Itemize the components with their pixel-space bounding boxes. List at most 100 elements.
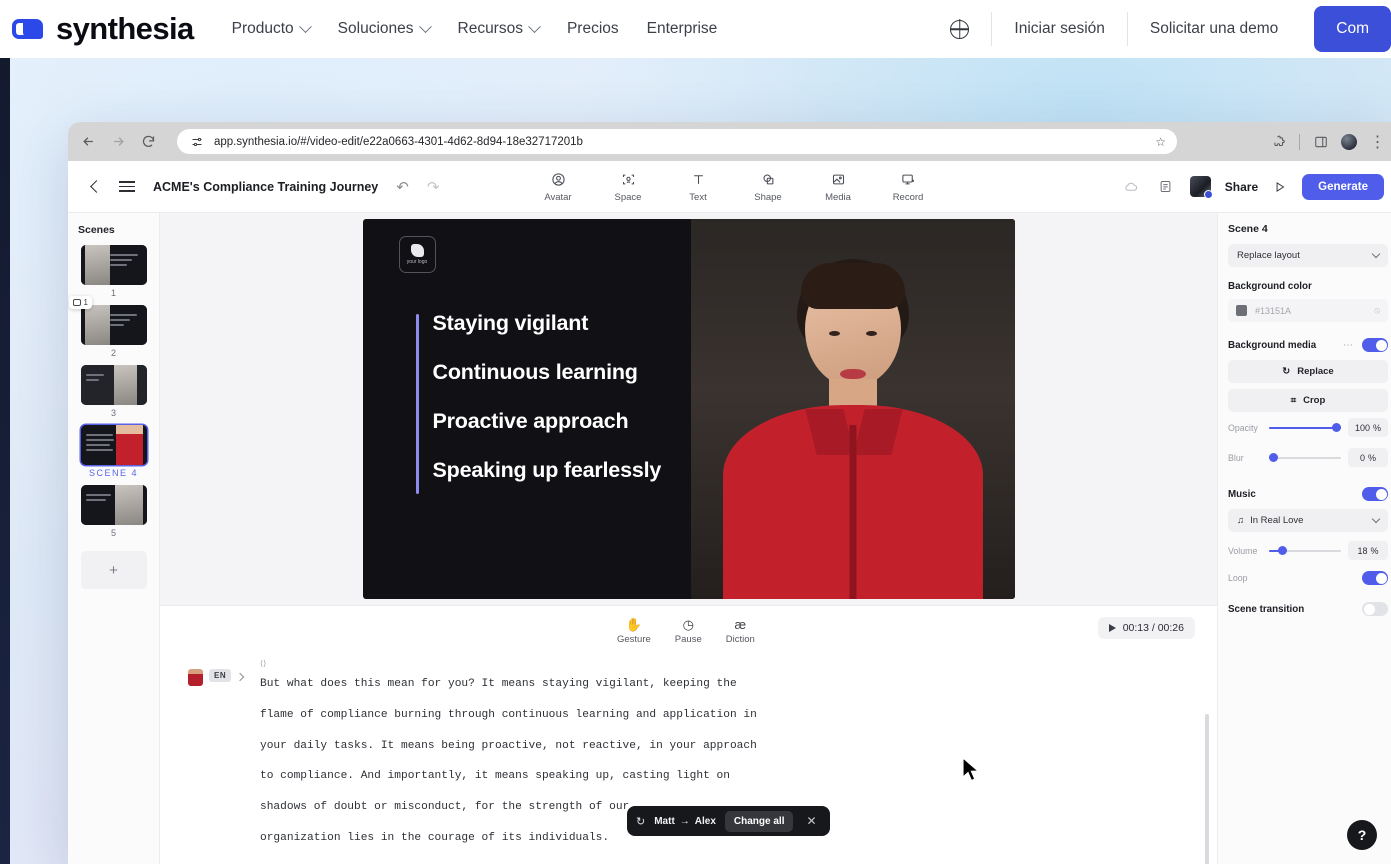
scene-number: 3 xyxy=(110,408,116,418)
editor-body: Scenes 1 1 2 3 SCENE 4 5 + your logo Sta… xyxy=(68,213,1391,864)
accent-bar xyxy=(415,314,419,494)
opacity-slider[interactable] xyxy=(1269,423,1341,432)
scene-thumbnail[interactable] xyxy=(80,305,147,345)
diction-button[interactable]: æ Diction xyxy=(726,617,755,645)
tune-icon[interactable] xyxy=(188,133,205,150)
volume-slider[interactable] xyxy=(1269,546,1341,555)
scenes-panel: Scenes 1 1 2 3 SCENE 4 5 + xyxy=(68,213,160,864)
pause-label: Pause xyxy=(674,634,702,645)
background-media-toggle[interactable] xyxy=(1362,338,1388,352)
tool-record[interactable]: Record xyxy=(886,171,930,203)
redo-icon[interactable]: ↷ xyxy=(427,178,440,196)
tool-avatar[interactable]: Avatar xyxy=(536,171,580,203)
puzzle-icon[interactable] xyxy=(1270,133,1287,150)
speaker-controls[interactable]: EN xyxy=(188,659,260,854)
gesture-button[interactable]: ✋ Gesture xyxy=(617,617,651,646)
pause-button[interactable]: ◷ Pause xyxy=(674,617,702,646)
more-dots-icon[interactable]: ⋯ xyxy=(1343,340,1354,351)
synthesia-logo[interactable]: synthesia xyxy=(12,11,194,47)
blur-label: Blur xyxy=(1228,452,1244,463)
scene-title: Scene 4 xyxy=(1228,223,1268,235)
opacity-value-box[interactable]: 100 % xyxy=(1348,418,1388,437)
crop-button[interactable]: ⌗ Crop xyxy=(1228,389,1388,412)
profile-avatar-icon[interactable] xyxy=(1341,133,1357,150)
cloud-sync-icon[interactable] xyxy=(1122,177,1142,197)
background-color-row[interactable]: #13151A ⦸ xyxy=(1228,299,1388,322)
nav-item-soluciones[interactable]: Soluciones xyxy=(338,19,432,38)
close-icon[interactable]: ✕ xyxy=(802,814,820,828)
nav-item-precios[interactable]: Precios xyxy=(567,20,619,38)
bullet-line-4: Speaking up fearlessly xyxy=(432,458,662,482)
chevron-right-icon[interactable] xyxy=(235,672,245,682)
help-button[interactable]: ? xyxy=(1347,820,1377,850)
replace-media-button[interactable]: ↻ Replace xyxy=(1228,360,1388,383)
tool-shape[interactable]: Shape xyxy=(746,171,790,203)
color-swatch[interactable] xyxy=(1236,305,1247,316)
tool-media[interactable]: Media xyxy=(816,171,860,203)
hamburger-icon[interactable] xyxy=(119,178,135,195)
globe-icon[interactable] xyxy=(950,19,970,39)
change-all-button[interactable]: Change all xyxy=(724,810,794,832)
volume-value-box[interactable]: 18 % xyxy=(1348,541,1388,560)
replace-layout-select[interactable]: Replace layout xyxy=(1228,244,1388,267)
language-badge[interactable]: EN xyxy=(209,669,232,682)
properties-panel: Scene 4 Replace layout Background color … xyxy=(1217,213,1391,864)
music-toggle[interactable] xyxy=(1362,487,1388,501)
script-scrollbar[interactable] xyxy=(1205,714,1209,864)
eye-off-icon[interactable]: ⦸ xyxy=(1374,305,1380,316)
forward-arrow-icon[interactable] xyxy=(110,133,127,150)
tool-space[interactable]: Space xyxy=(606,171,650,203)
address-bar[interactable]: app.synthesia.io/#/video-edit/e22a0663-4… xyxy=(177,129,1177,154)
side-panel-icon[interactable] xyxy=(1312,133,1329,150)
scene-transition-toggle[interactable] xyxy=(1362,602,1388,616)
video-canvas[interactable]: your logo Staying vigilant Continuous le… xyxy=(362,219,1015,599)
scene-item-2[interactable]: 1 2 xyxy=(68,296,147,363)
speaker-avatar-icon[interactable] xyxy=(188,669,203,686)
replace-label: Replace xyxy=(1297,366,1334,377)
scene-item-1[interactable]: 1 xyxy=(80,245,147,303)
request-demo-link[interactable]: Solicitar una demo xyxy=(1128,20,1300,38)
generate-button[interactable]: Generate xyxy=(1302,173,1384,200)
playback-time-chip[interactable]: 00:13 / 00:26 xyxy=(1097,617,1195,639)
media-icon xyxy=(831,171,846,189)
voice-to: Alex xyxy=(694,815,716,827)
tool-text-label: Text xyxy=(689,191,707,203)
play-preview-icon[interactable] xyxy=(1272,180,1288,194)
avatar-icon xyxy=(551,171,566,189)
loop-row: Loop xyxy=(1228,571,1388,585)
signup-cta-button[interactable]: Com xyxy=(1314,6,1391,52)
notes-icon[interactable] xyxy=(1156,177,1176,197)
add-scene-button[interactable]: + xyxy=(80,551,147,589)
app-toolbar-left: ACME's Compliance Training Journey ↶ ↷ xyxy=(82,178,439,196)
scene-thumbnail[interactable] xyxy=(80,245,147,285)
scene-thumbnail[interactable] xyxy=(80,425,147,465)
scene-thumbnail[interactable] xyxy=(80,365,147,405)
reload-icon[interactable] xyxy=(140,133,157,150)
nav-item-recursos[interactable]: Recursos xyxy=(458,19,541,38)
share-button[interactable]: Share xyxy=(1225,180,1258,194)
voice-change-toast: ↻ Matt → Alex Change all ✕ xyxy=(627,806,830,836)
blur-value-box[interactable]: 0 % xyxy=(1348,448,1388,467)
app-toolbar: ACME's Compliance Training Journey ↶ ↷ A… xyxy=(68,161,1391,213)
tool-text[interactable]: Text xyxy=(676,171,720,203)
music-track-select[interactable]: ♫ In Real Love xyxy=(1228,509,1388,532)
logo-placeholder[interactable]: your logo xyxy=(398,236,436,273)
back-arrow-icon[interactable] xyxy=(80,133,97,150)
opacity-row: Opacity 100 % xyxy=(1228,418,1388,437)
user-avatar-icon[interactable] xyxy=(1189,176,1213,199)
blur-value: 0 xyxy=(1359,452,1365,463)
star-icon[interactable]: ☆ xyxy=(1155,135,1166,149)
scene-thumbnail[interactable] xyxy=(80,485,147,525)
scene-item-3[interactable]: 3 xyxy=(80,365,147,423)
undo-icon[interactable]: ↶ xyxy=(396,178,409,196)
login-link[interactable]: Iniciar sesión xyxy=(992,20,1126,38)
nav-item-enterprise[interactable]: Enterprise xyxy=(647,20,718,38)
scene-item-5[interactable]: 5 xyxy=(80,485,147,543)
scene-item-4[interactable]: SCENE 4 xyxy=(80,425,147,483)
nav-item-producto-label: Producto xyxy=(231,20,294,37)
nav-item-producto[interactable]: Producto xyxy=(231,19,312,38)
blur-slider[interactable] xyxy=(1269,453,1341,462)
chevron-left-icon[interactable] xyxy=(90,180,103,193)
kebab-menu-icon[interactable]: ⋮ xyxy=(1369,133,1386,151)
loop-toggle[interactable] xyxy=(1362,571,1388,585)
